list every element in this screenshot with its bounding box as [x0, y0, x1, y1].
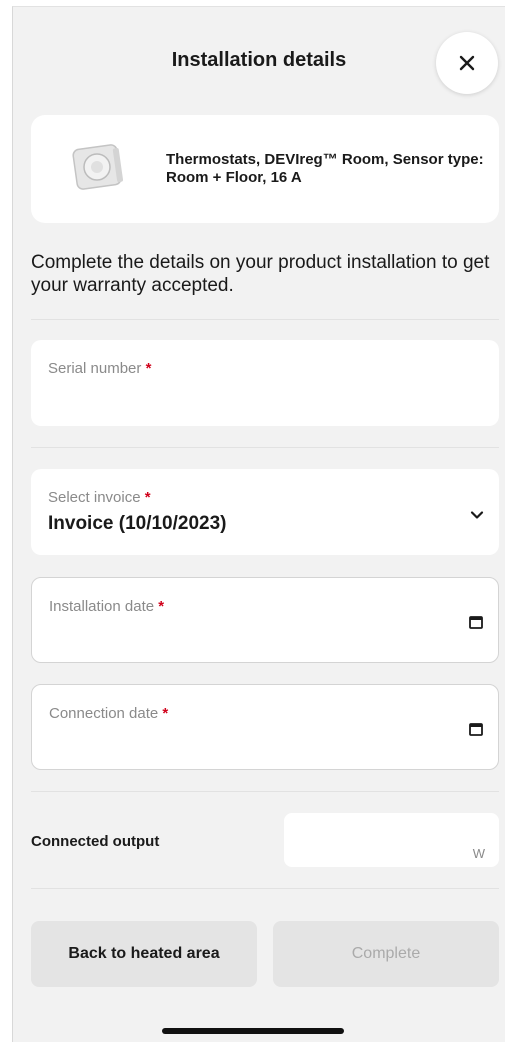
divider — [31, 888, 499, 889]
serial-number-label: Serial number * — [48, 360, 152, 377]
installation-date-label: Installation date * — [49, 598, 165, 615]
divider — [31, 791, 499, 792]
required-mark: * — [158, 598, 165, 615]
home-indicator — [162, 1028, 344, 1034]
page-title: Installation details — [171, 49, 347, 71]
product-name: Thermostats, DEVIreg™ Room, Sensor type:… — [166, 151, 484, 186]
divider — [31, 319, 499, 320]
installation-date-field[interactable]: Installation date * — [31, 577, 499, 663]
invoice-select[interactable]: Select invoice * Invoice (10/10/2023) — [31, 469, 499, 555]
header: Installation details — [13, 7, 505, 119]
close-button[interactable] — [436, 32, 498, 94]
serial-number-field[interactable]: Serial number * — [31, 340, 499, 426]
calendar-icon[interactable] — [468, 721, 484, 737]
chevron-down-icon — [470, 511, 484, 519]
required-mark: * — [144, 489, 151, 506]
unit-label: W — [472, 846, 485, 861]
close-icon — [459, 55, 475, 71]
calendar-icon[interactable] — [468, 614, 484, 630]
back-to-heated-area-button[interactable]: Back to heated area — [31, 921, 257, 987]
connected-output-label: Connected output — [31, 833, 160, 850]
connection-date-field[interactable]: Connection date * — [31, 684, 499, 770]
thermostat-image — [72, 144, 124, 190]
divider — [31, 447, 499, 448]
product-card: Thermostats, DEVIreg™ Room, Sensor type:… — [31, 115, 499, 223]
connected-output-input[interactable]: W — [284, 813, 499, 867]
connection-date-label: Connection date * — [49, 705, 169, 722]
complete-button[interactable]: Complete — [273, 921, 499, 987]
invoice-label: Select invoice * — [48, 489, 151, 506]
required-mark: * — [162, 705, 169, 722]
invoice-value: Invoice (10/10/2023) — [48, 513, 227, 534]
intro-text: Complete the details on your product ins… — [31, 252, 490, 296]
installation-details-screen: Installation details Thermostats, DEVIre… — [12, 6, 505, 1042]
required-mark: * — [145, 360, 152, 377]
